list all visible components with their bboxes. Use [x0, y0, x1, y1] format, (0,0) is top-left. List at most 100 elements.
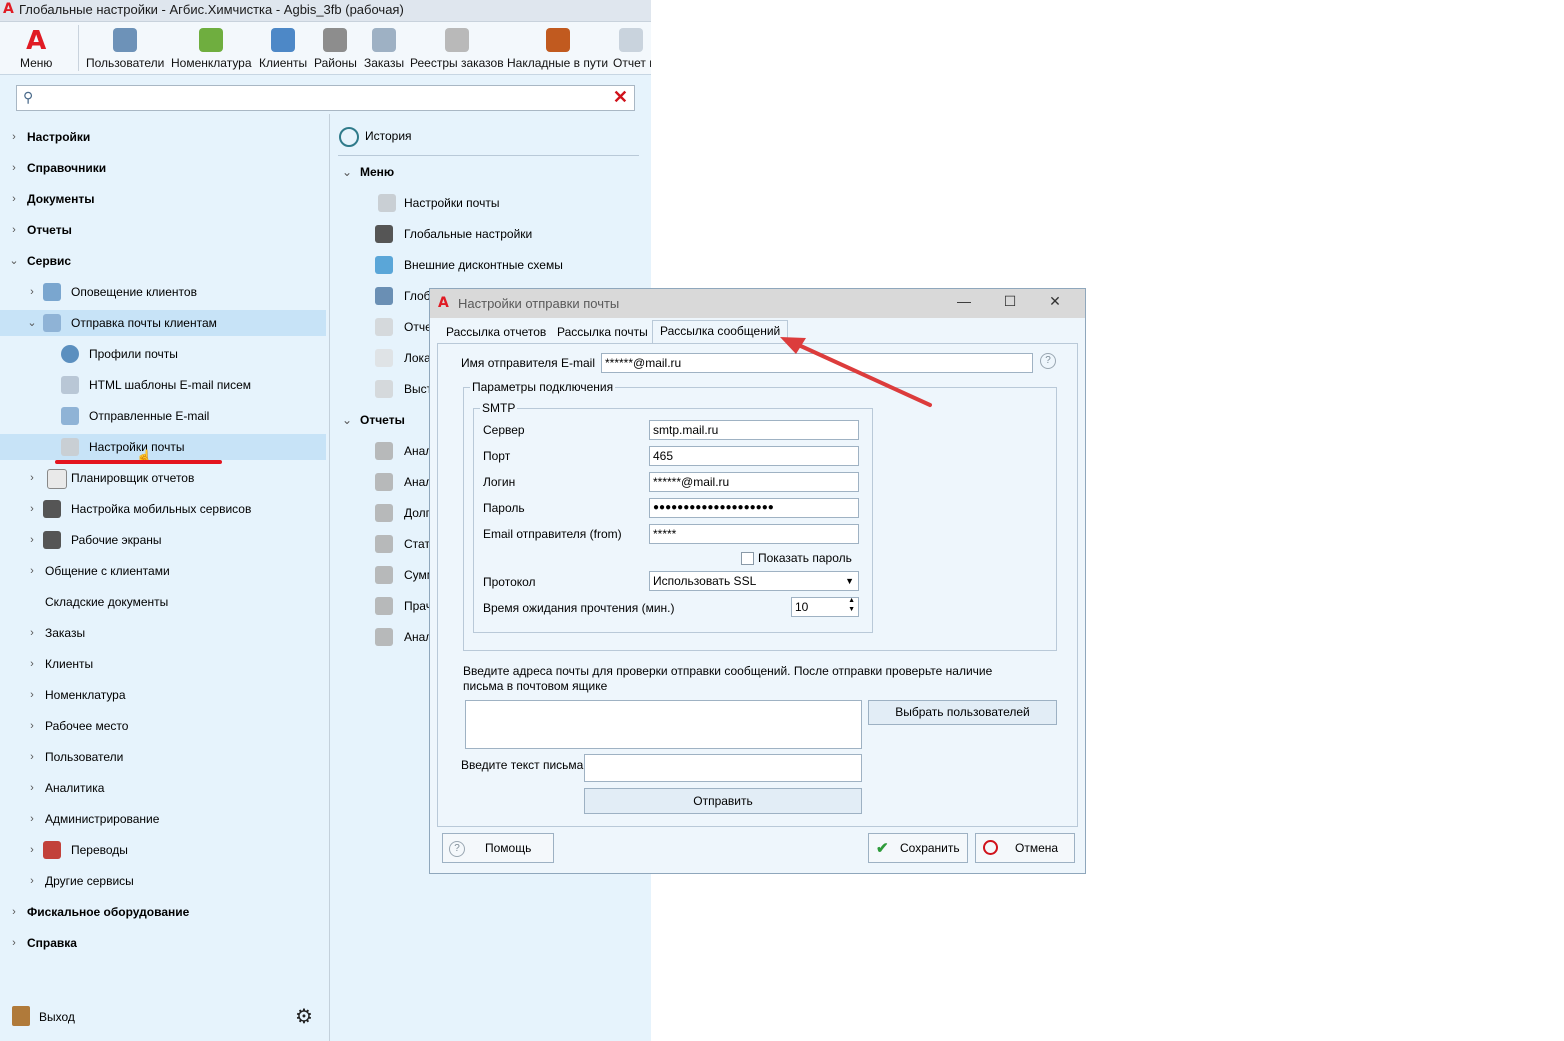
nav-item-html-templates[interactable]: HTML шаблоны E-mail писем	[0, 372, 326, 398]
help-button[interactable]: ? Помощь	[442, 833, 554, 863]
nav-item-client-mail[interactable]: ⌄ Отправка почты клиентам	[0, 310, 326, 336]
server-input[interactable]: smtp.mail.ru	[649, 420, 859, 440]
help-icon[interactable]: ?	[1040, 353, 1056, 369]
nav-item-report-scheduler[interactable]: › Планировщик отчетов	[0, 465, 326, 491]
document-icon	[372, 28, 397, 52]
exit-button[interactable]: Выход	[8, 1004, 88, 1030]
nav-item-workplace[interactable]: › Рабочее место	[0, 713, 326, 739]
menu-group-header[interactable]: ⌄ Меню	[330, 159, 640, 185]
ribbon-report-button[interactable]: Отчет в	[613, 28, 651, 70]
report-item-label: Стат	[404, 537, 430, 551]
report-item-label: Долг	[404, 506, 431, 520]
search-box[interactable]: ⚲ ✕	[16, 85, 635, 111]
menu-item[interactable]: Настройки почты	[330, 190, 640, 216]
nav-item-mail-settings[interactable]: Настройки почты ☝	[0, 434, 326, 464]
port-input[interactable]: 465	[649, 446, 859, 466]
window-title: Глобальные настройки - Агбис.Химчистка -…	[19, 2, 404, 17]
tab-message-mailing[interactable]: Рассылка сообщений	[652, 320, 789, 344]
ribbon-nomenclature-button[interactable]: Номенклатура	[171, 28, 252, 70]
ribbon-clients-button[interactable]: Клиенты	[259, 28, 307, 70]
tab-report-mailing[interactable]: Рассылка отчетов	[439, 322, 553, 344]
nav-item-nomenclature[interactable]: › Номенклатура	[0, 682, 326, 708]
nav-item-work-screens[interactable]: › Рабочие экраны	[0, 527, 326, 553]
chevron-right-icon: ›	[30, 813, 34, 825]
nav-item-mobile-services[interactable]: › Настройка мобильных сервисов	[0, 496, 326, 522]
nav-item-translations[interactable]: › Переводы	[0, 837, 326, 863]
nav-item-other-services[interactable]: › Другие сервисы	[0, 868, 326, 894]
settings-page-icon	[61, 438, 79, 456]
ribbon-label: Пользователи	[86, 56, 165, 70]
nav-item-orders[interactable]: › Заказы	[0, 620, 326, 646]
nav-item-mail-profiles[interactable]: Профили почты	[0, 341, 326, 367]
nav-item-client-chat[interactable]: › Общение с клиентами	[0, 558, 326, 584]
chevron-right-icon: ›	[30, 844, 34, 856]
letter-text-input[interactable]	[584, 754, 862, 782]
nav-label: Отправленные E-mail	[89, 409, 210, 423]
select-users-button[interactable]: Выбрать пользователей	[868, 700, 1057, 725]
from-email-input[interactable]: *****	[649, 524, 859, 544]
close-icon[interactable]: ✕	[1040, 293, 1070, 313]
chevron-right-icon: ›	[30, 534, 34, 546]
nav-item-service[interactable]: ⌄ Сервис	[0, 248, 326, 274]
test-addresses-input[interactable]	[465, 700, 862, 749]
nav-label: Справочники	[27, 161, 107, 175]
ribbon-users-button[interactable]: Пользователи	[86, 28, 164, 70]
login-input[interactable]: ******@mail.ru	[649, 472, 859, 492]
nav-item-users[interactable]: › Пользователи	[0, 744, 326, 770]
report-chart-icon	[375, 535, 393, 553]
nav-item-documents[interactable]: › Документы	[0, 186, 326, 212]
connection-params-group: Параметры подключения SMTP Сервер smtp.m…	[463, 380, 1057, 651]
protocol-value: Использовать SSL	[653, 574, 757, 588]
ribbon-label: Реестры заказов	[410, 56, 504, 70]
nav-item-reports[interactable]: › Отчеты	[0, 217, 326, 243]
spinner-arrows-icon[interactable]: ▲ ▼	[848, 598, 855, 614]
chevron-right-icon: ›	[30, 627, 34, 639]
nav-label: Складские документы	[45, 595, 169, 609]
timeout-spinner[interactable]: 10 ▲ ▼	[791, 597, 859, 617]
protocol-label: Протокол	[483, 575, 536, 589]
chevron-right-icon: ›	[12, 162, 16, 174]
nav-item-fiscal[interactable]: › Фискальное оборудование	[0, 899, 326, 925]
envelope-icon	[43, 314, 61, 332]
nav-item-sent-email[interactable]: Отправленные E-mail	[0, 403, 326, 429]
menu-item[interactable]: Внешние дисконтные схемы	[330, 252, 640, 278]
nav-item-client-notify[interactable]: › Оповещение клиентов	[0, 279, 326, 305]
minimize-icon[interactable]: —	[949, 293, 979, 313]
ribbon-waybills-button[interactable]: Накладные в пути	[507, 28, 608, 70]
exit-door-icon	[12, 1006, 30, 1026]
protocol-select[interactable]: Использовать SSL ▼	[649, 571, 859, 591]
menu-item[interactable]: Глобальные настройки	[330, 221, 640, 247]
chevron-right-icon: ›	[30, 503, 34, 515]
chevron-down-icon: ⌄	[9, 255, 19, 267]
port-label: Порт	[483, 449, 511, 463]
gear-icon[interactable]: ⚙	[295, 1004, 313, 1029]
nav-item-help[interactable]: › Справка	[0, 930, 326, 956]
password-input[interactable]: ●●●●●●●●●●●●●●●●●●●●	[649, 498, 859, 518]
nav-label: Рабочее место	[45, 719, 129, 733]
ribbon-orders-button[interactable]: Заказы	[364, 28, 404, 70]
password-label: Пароль	[483, 501, 525, 515]
ribbon-registers-button[interactable]: Реестры заказов	[410, 28, 504, 70]
history-button[interactable]: История	[330, 123, 640, 149]
nav-item-administration[interactable]: › Администрирование	[0, 806, 326, 832]
nav-item-clients[interactable]: › Клиенты	[0, 651, 326, 677]
nav-label: Администрирование	[45, 812, 160, 826]
from-email-label: Email отправителя (from)	[483, 527, 622, 541]
menu-item-label: Глоб	[404, 289, 431, 303]
maximize-icon[interactable]: ☐	[995, 293, 1025, 313]
show-password-checkbox[interactable]	[741, 552, 754, 565]
save-button[interactable]: ✔ Сохранить	[868, 833, 968, 863]
cancel-button[interactable]: Отмена	[975, 833, 1075, 863]
report-chart-icon	[375, 566, 393, 584]
nav-item-references[interactable]: › Справочники	[0, 155, 326, 181]
menu-item-label: Глобальные настройки	[404, 227, 533, 241]
tab-mail-mailing[interactable]: Рассылка почты	[550, 322, 655, 344]
nav-item-settings[interactable]: › Настройки	[0, 124, 326, 150]
nav-item-analytics[interactable]: › Аналитика	[0, 775, 326, 801]
report-chart-icon	[375, 597, 393, 615]
send-button[interactable]: Отправить	[584, 788, 862, 814]
nav-item-warehouse-docs[interactable]: Складские документы	[0, 589, 326, 615]
ribbon-districts-button[interactable]: Районы	[314, 28, 357, 70]
clear-icon[interactable]: ✕	[613, 87, 628, 108]
menu-button[interactable]: A Меню	[20, 28, 52, 70]
